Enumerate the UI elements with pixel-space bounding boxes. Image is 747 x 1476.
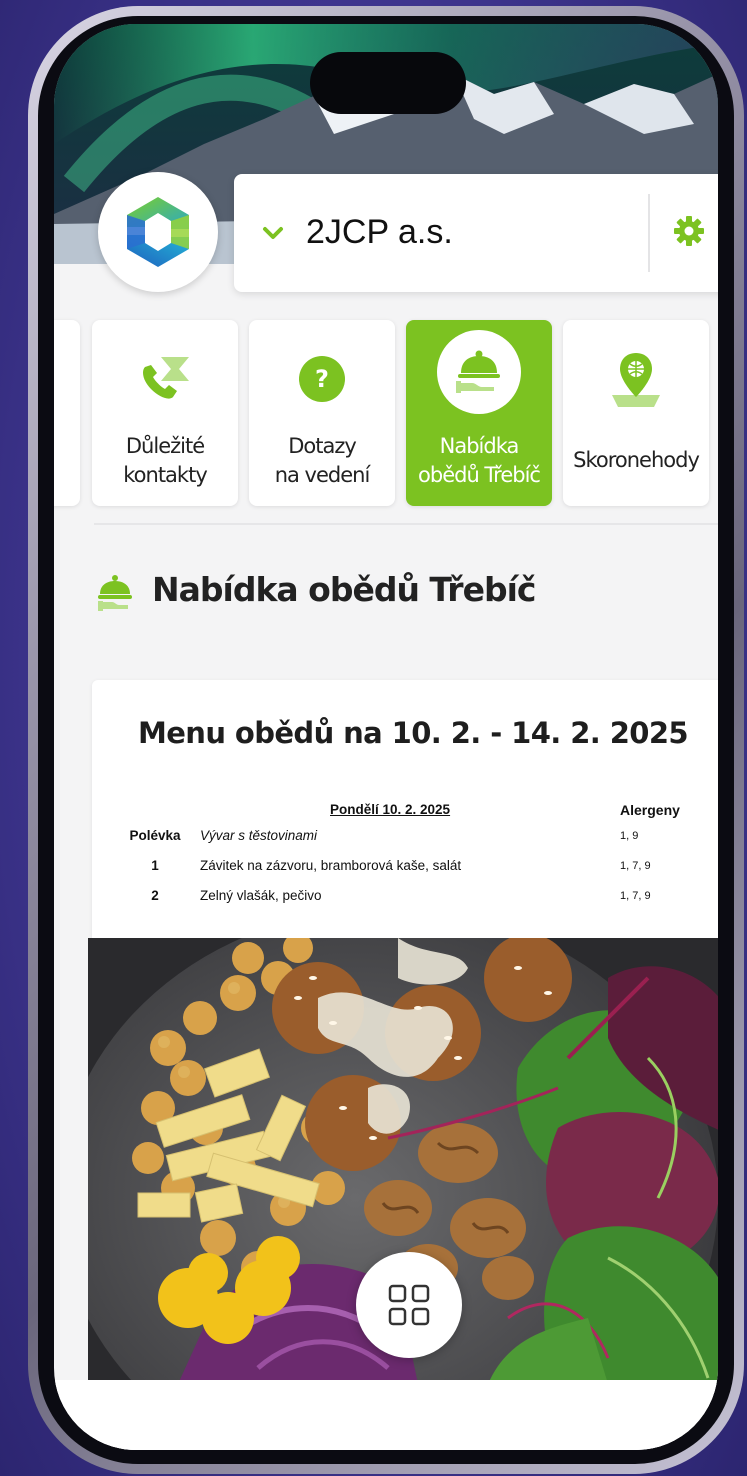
tile-label: Skoronehody <box>573 448 700 472</box>
tile-previous[interactable] <box>54 320 80 506</box>
row-label: 2 <box>151 888 159 903</box>
company-logo-icon <box>127 197 189 267</box>
section-title: Nabídka obědů Třebíč <box>152 570 536 609</box>
svg-text:?: ? <box>315 365 329 393</box>
tile-near-misses[interactable]: Skoronehody <box>563 320 709 506</box>
tile-label: na vedení <box>274 463 371 487</box>
allergens-value: 1, 7, 9 <box>620 860 651 872</box>
divider <box>94 523 718 525</box>
tile-important-contacts[interactable]: Důležité kontakty <box>92 320 238 506</box>
tile-label: Nabídka <box>439 434 520 458</box>
allergens-value: 1, 9 <box>620 830 639 842</box>
tile-questions-management[interactable]: ? Dotazy na vedení <box>249 320 395 506</box>
allergens-header: Alergeny <box>620 802 680 818</box>
meal-name: Vývar s těstovinami <box>200 828 318 843</box>
company-selector[interactable]: 2JCP a.s. <box>234 174 718 292</box>
menu-title: Menu obědů na 10. 2. - 14. 2. 2025 <box>137 716 689 750</box>
table-row: 2 Zelný vlašák, pečivo 1, 7, 9 <box>92 888 718 910</box>
dynamic-island <box>310 52 466 114</box>
app-screen: 2JCP a.s. Důležité kontakty ? Dotazy na … <box>54 24 718 1450</box>
question-icon: ? <box>299 356 345 402</box>
tile-lunch-menu[interactable]: Nabídka obědů Třebíč <box>406 320 552 506</box>
row-label: 1 <box>151 858 159 873</box>
grid-menu-icon <box>388 1284 430 1326</box>
gear-icon[interactable] <box>672 214 706 248</box>
meal-name: Závitek na zázvoru, bramborová kaše, sal… <box>200 858 462 873</box>
day-header: Pondělí 10. 2. 2025 <box>330 802 451 817</box>
tile-label: Důležité <box>125 434 205 458</box>
row-label: Polévka <box>129 828 181 843</box>
tile-label: kontakty <box>123 463 208 487</box>
company-logo[interactable] <box>98 172 218 292</box>
allergens-value: 1, 7, 9 <box>620 890 651 902</box>
location-pin-icon <box>612 353 660 407</box>
food-cloche-icon <box>98 575 132 611</box>
tile-label: Dotazy <box>288 434 357 458</box>
phone-contact-icon <box>143 357 189 399</box>
meal-name: Zelný vlašák, pečivo <box>200 888 322 903</box>
food-cloche-icon <box>437 330 521 414</box>
table-row: 1 Závitek na zázvoru, bramborová kaše, s… <box>92 858 718 880</box>
bottom-bar <box>54 1380 718 1450</box>
main-menu-button[interactable] <box>356 1252 462 1358</box>
tile-label: obědů Třebíč <box>418 463 541 487</box>
table-row: Polévka Vývar s těstovinami 1, 9 <box>92 828 718 850</box>
company-name: 2JCP a.s. <box>306 213 453 251</box>
chevron-down-icon <box>263 227 283 239</box>
divider <box>648 194 650 272</box>
